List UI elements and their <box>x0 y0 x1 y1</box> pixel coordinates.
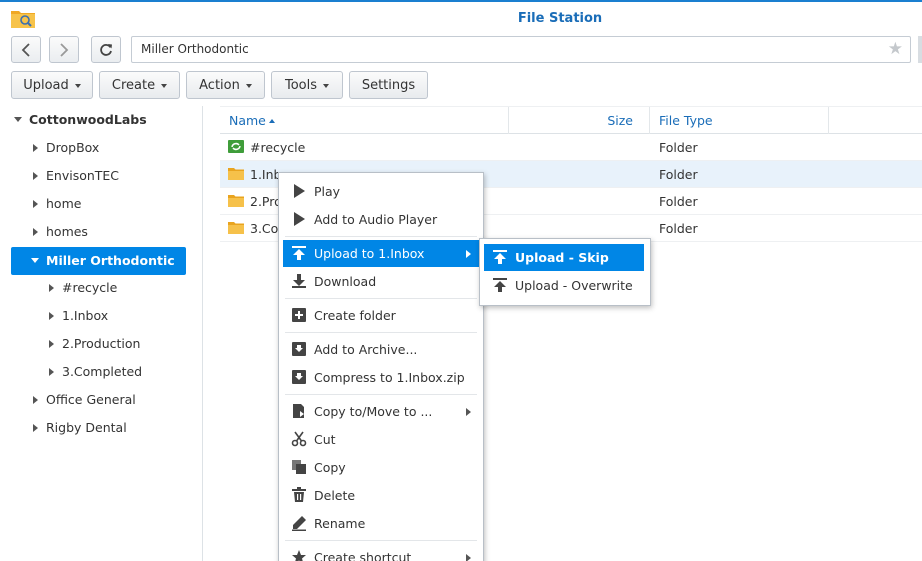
menu-separator <box>285 236 477 237</box>
copy-icon <box>292 460 306 474</box>
download-icon <box>292 274 306 288</box>
create-button[interactable]: Create <box>99 71 180 99</box>
expand-right-icon <box>33 423 38 432</box>
expand-right-icon <box>49 283 54 292</box>
folder-icon <box>228 195 244 207</box>
menu-item-create-shortcut[interactable]: Create shortcut <box>283 544 479 561</box>
expand-right-icon <box>33 227 38 236</box>
menu-separator <box>285 332 477 333</box>
menu-separator <box>285 394 477 395</box>
submenu-arrow-icon <box>466 408 471 416</box>
recycle-folder-icon <box>228 140 244 153</box>
submenu-item-upload-overwrite[interactable]: Upload - Overwrite <box>484 272 644 299</box>
menu-item-add-to-audio-player[interactable]: Add to Audio Player <box>283 206 479 233</box>
tree-item-dropbox[interactable]: DropBox <box>33 134 99 162</box>
menu-item-play[interactable]: Play <box>283 178 479 205</box>
table-row[interactable]: #recycle Folder <box>220 134 922 161</box>
upload-icon <box>493 250 507 264</box>
submenu-arrow-icon <box>466 250 471 258</box>
menu-item-create-folder[interactable]: Create folder <box>283 302 479 329</box>
tree-item-rigby-dental[interactable]: Rigby Dental <box>33 414 127 442</box>
expand-right-icon <box>33 395 38 404</box>
tree-item-home[interactable]: home <box>33 190 81 218</box>
tree-item-production[interactable]: 2.Production <box>49 330 140 358</box>
compress-icon <box>292 370 306 384</box>
column-header-size[interactable]: Size <box>509 107 650 134</box>
copy-move-icon <box>293 404 304 418</box>
menu-item-rename[interactable]: Rename <box>283 510 479 537</box>
sort-ascending-icon <box>268 118 275 123</box>
upload-icon <box>292 246 306 260</box>
caret-down-icon <box>245 84 252 88</box>
expand-down-icon <box>31 258 39 263</box>
refresh-button[interactable] <box>91 36 121 63</box>
caret-down-icon <box>323 84 330 88</box>
tree-item-homes[interactable]: homes <box>33 218 88 246</box>
back-button[interactable] <box>11 36 41 63</box>
tree-item-completed[interactable]: 3.Completed <box>49 358 142 386</box>
caret-down-icon <box>74 84 81 88</box>
refresh-icon <box>100 43 112 56</box>
chevron-right-icon <box>60 42 69 57</box>
expand-right-icon <box>33 171 38 180</box>
app-title: File Station <box>517 11 603 26</box>
column-header-name[interactable]: Name <box>220 107 509 134</box>
expand-right-icon <box>49 339 54 348</box>
archive-icon <box>292 342 306 356</box>
forward-button[interactable] <box>49 36 79 63</box>
menu-separator <box>285 298 477 299</box>
tree-item-miller-orthodontic[interactable]: Miller Orthodontic <box>11 247 186 275</box>
play-icon <box>294 212 305 226</box>
favorite-star-icon[interactable]: ★ <box>888 37 903 62</box>
folder-icon <box>228 168 244 180</box>
action-button[interactable]: Action <box>186 71 265 99</box>
submenu-arrow-icon <box>466 554 471 561</box>
expand-right-icon <box>49 367 54 376</box>
path-field[interactable]: Miller Orthodontic ★ <box>131 36 911 63</box>
tree-item-recycle[interactable]: #recycle <box>49 274 117 302</box>
menu-item-upload-to-inbox[interactable]: Upload to 1.Inbox <box>283 240 479 267</box>
scissors-icon <box>291 431 307 447</box>
expand-right-icon <box>33 199 38 208</box>
tree-root[interactable]: CottonwoodLabs <box>14 106 147 134</box>
tree-item-inbox[interactable]: 1.Inbox <box>49 302 108 330</box>
tools-button[interactable]: Tools <box>271 71 343 99</box>
star-icon <box>292 550 306 561</box>
scrollbar[interactable] <box>918 36 922 63</box>
tree-item-envisontec[interactable]: EnvisonTEC <box>33 162 119 190</box>
menu-item-compress[interactable]: Compress to 1.Inbox.zip <box>283 364 479 391</box>
expand-down-icon <box>14 117 22 122</box>
menu-separator <box>285 540 477 541</box>
expand-right-icon <box>49 311 54 320</box>
title-bar: File Station <box>0 0 922 34</box>
menu-item-cut[interactable]: Cut <box>283 426 479 453</box>
create-folder-icon <box>292 308 306 322</box>
menu-item-copy-move[interactable]: Copy to/Move to ... <box>283 398 479 425</box>
menu-item-add-to-archive[interactable]: Add to Archive... <box>283 336 479 363</box>
folder-tree: CottonwoodLabs DropBox EnvisonTEC home h… <box>0 106 203 561</box>
menu-item-copy[interactable]: Copy <box>283 454 479 481</box>
menu-item-download[interactable]: Download <box>283 268 479 295</box>
toolbar: Upload Create Action Tools Settings <box>0 68 922 104</box>
column-header-file-type[interactable]: File Type <box>650 107 829 134</box>
play-icon <box>294 184 305 198</box>
menu-item-delete[interactable]: Delete <box>283 482 479 509</box>
navigation-bar: Miller Orthodontic ★ <box>0 34 922 68</box>
settings-button[interactable]: Settings <box>349 71 428 99</box>
submenu-item-upload-skip[interactable]: Upload - Skip <box>484 244 644 271</box>
upload-icon <box>493 278 507 292</box>
upload-submenu: Upload - Skip Upload - Overwrite <box>479 238 651 306</box>
caret-down-icon <box>161 84 168 88</box>
tree-item-office-general[interactable]: Office General <box>33 386 136 414</box>
grid-header: Name Size File Type <box>220 106 922 134</box>
folder-icon <box>228 222 244 234</box>
upload-button[interactable]: Upload <box>11 71 93 99</box>
context-menu: Play Add to Audio Player Upload to 1.Inb… <box>278 172 484 561</box>
pencil-icon <box>292 516 306 531</box>
expand-right-icon <box>33 143 38 152</box>
path-text: Miller Orthodontic <box>141 42 249 56</box>
chevron-left-icon <box>21 42 30 57</box>
trash-icon <box>292 487 306 502</box>
